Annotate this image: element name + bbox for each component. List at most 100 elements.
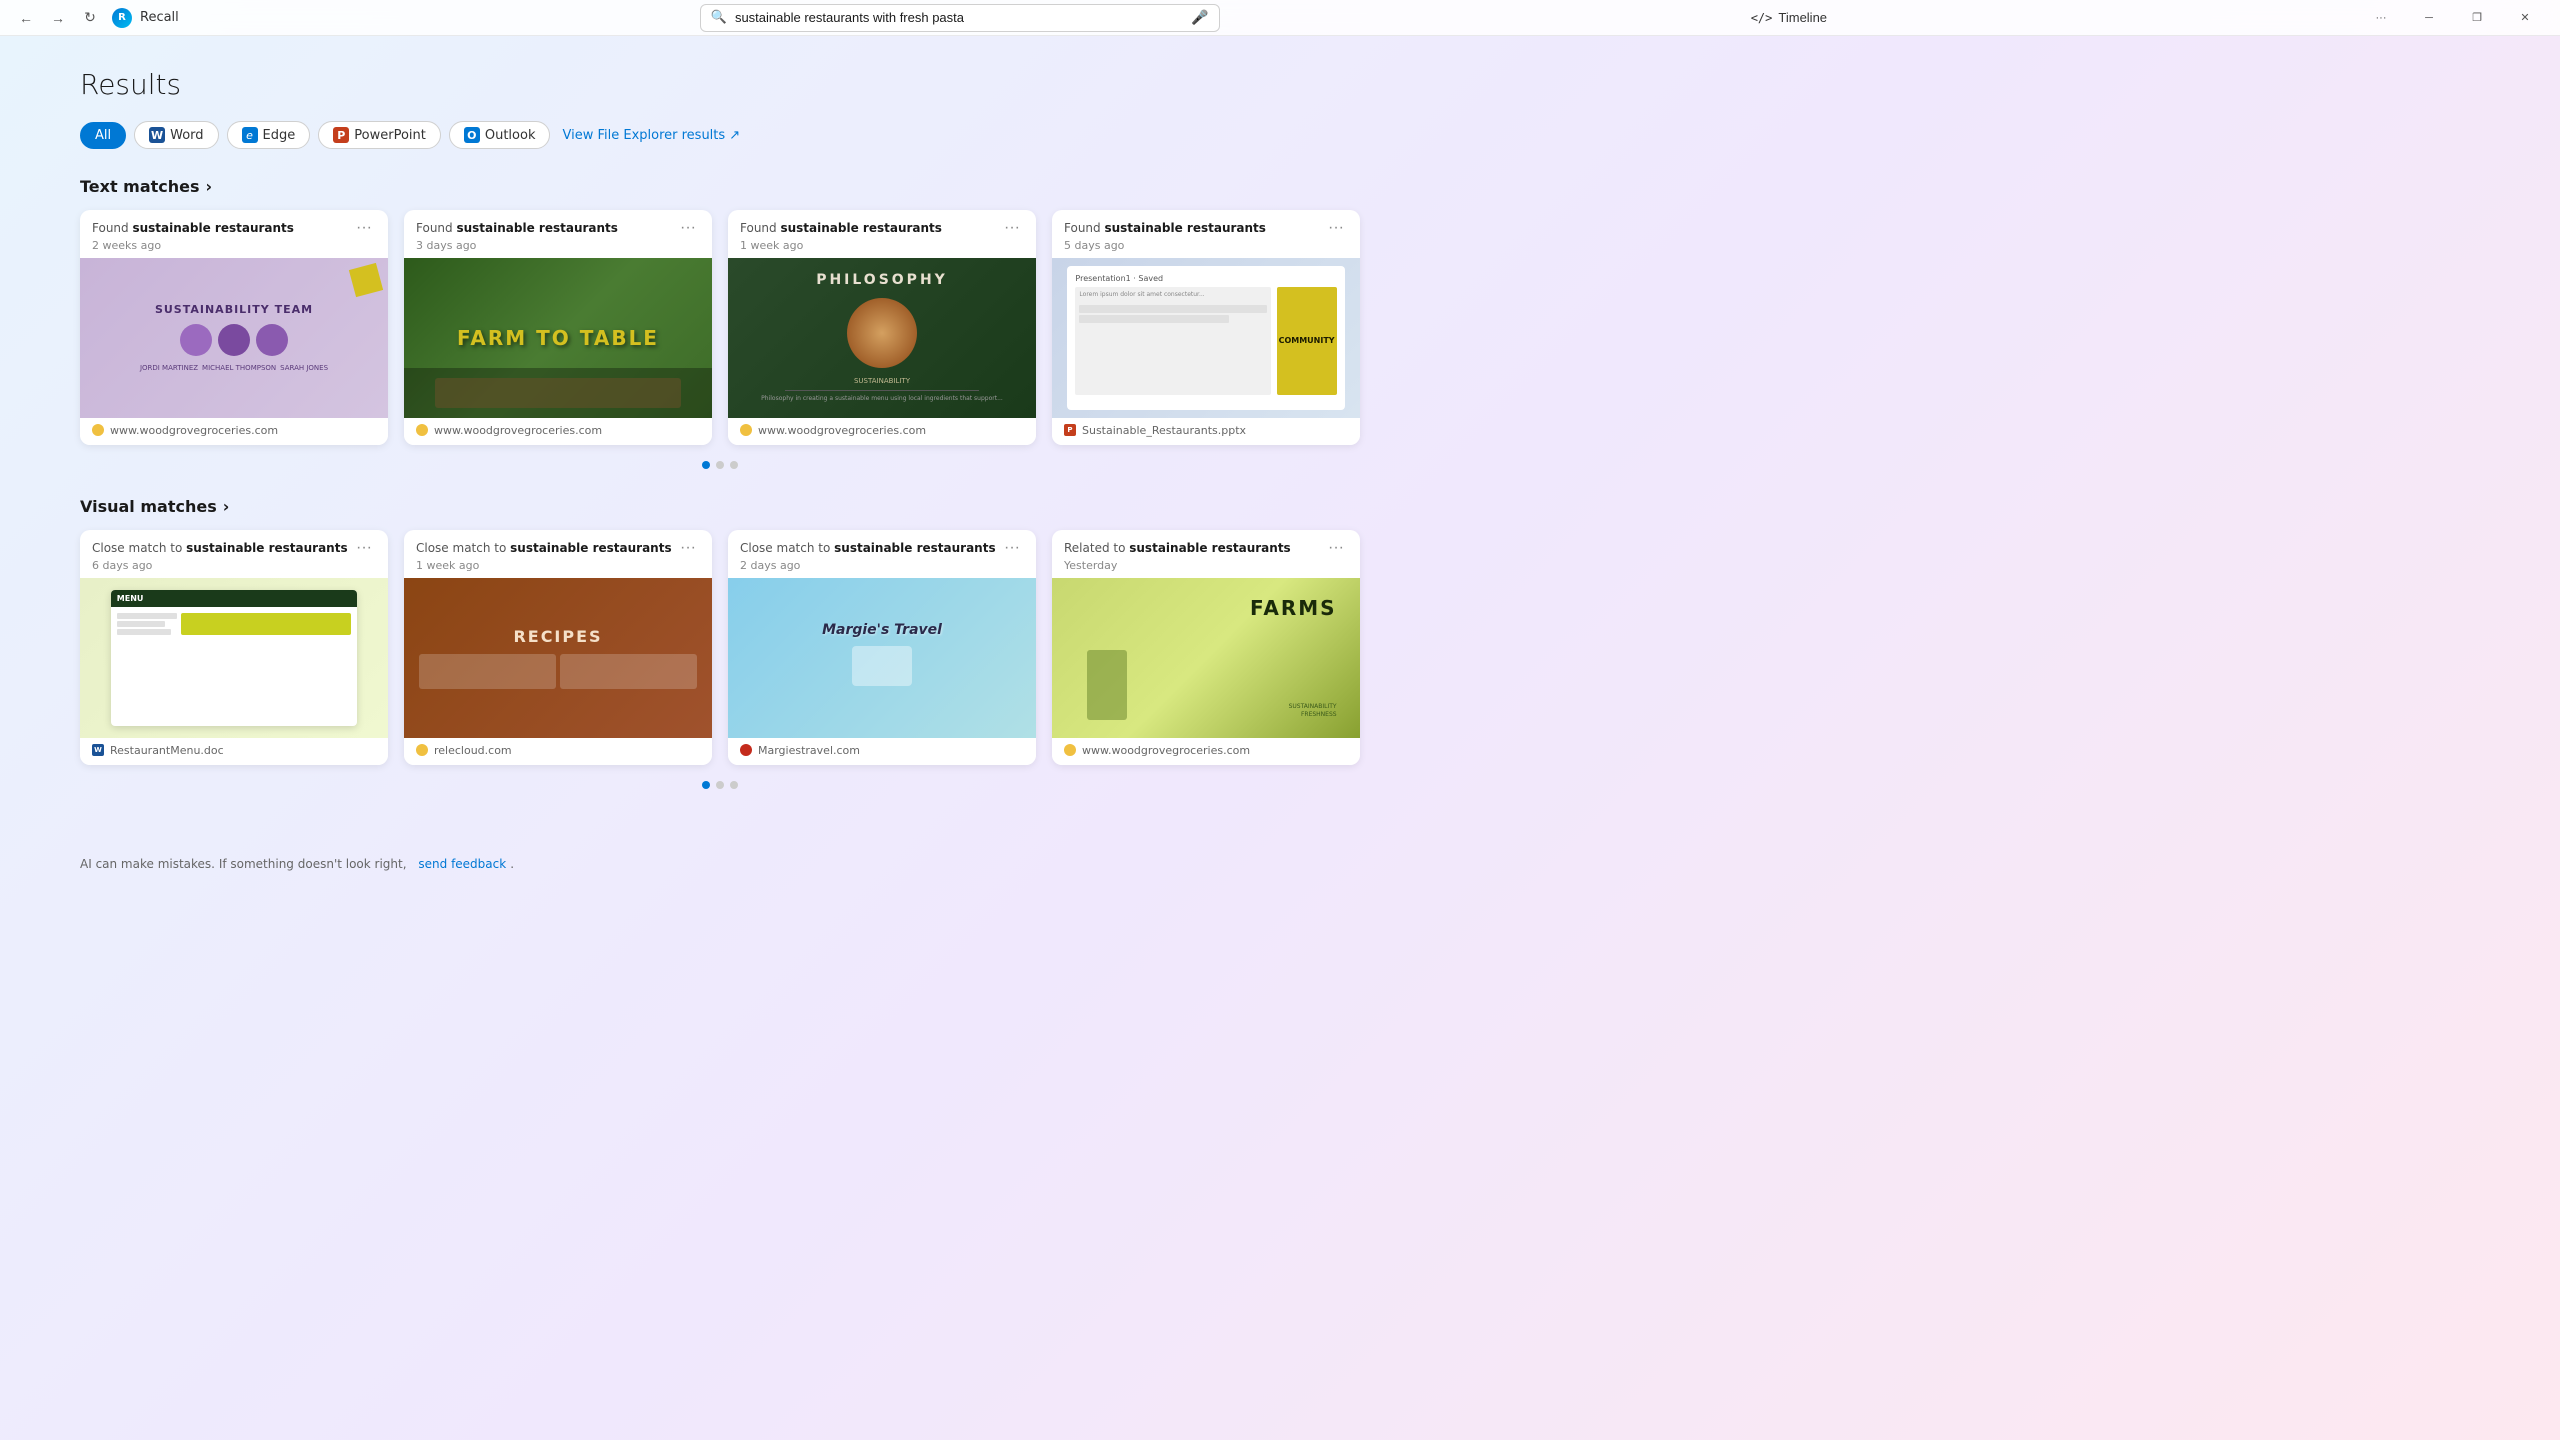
vm-card-header-2: Close match to sustainable restaurants 1… [404, 530, 712, 578]
filter-row: All W Word e Edge P PowerPoint O Outlook… [80, 121, 1360, 149]
vm-source-icon-4 [1064, 744, 1076, 756]
text-match-card-2[interactable]: Found sustainable restaurants 3 days ago… [404, 210, 712, 445]
outlook-icon: O [464, 127, 480, 143]
card-title-1: Found sustainable restaurants [92, 220, 294, 237]
filter-edge[interactable]: e Edge [227, 121, 311, 149]
source-label-4: Sustainable_Restaurants.pptx [1082, 424, 1246, 437]
filter-all-label: All [95, 128, 111, 143]
card-date-1: 2 weeks ago [92, 239, 294, 252]
visual-match-card-3[interactable]: Close match to sustainable restaurants 2… [728, 530, 1036, 765]
filter-powerpoint[interactable]: P PowerPoint [318, 121, 441, 149]
vm-card-date-2: 1 week ago [416, 559, 672, 572]
mic-button[interactable]: 🎤 [1191, 9, 1208, 26]
source-icon-4: P [1064, 424, 1076, 436]
vm-card-header-1: Close match to sustainable restaurants 6… [80, 530, 388, 578]
dot-vm-1[interactable] [702, 781, 710, 789]
card-header-4: Found sustainable restaurants 5 days ago… [1052, 210, 1360, 258]
card-footer-2: www.woodgrovegroceries.com [404, 418, 712, 445]
vm-card-title-4: Related to sustainable restaurants [1064, 540, 1291, 557]
dot-tm-3[interactable] [730, 461, 738, 469]
card-more-4[interactable]: ··· [1324, 220, 1348, 236]
card-title-2: Found sustainable restaurants [416, 220, 618, 237]
search-input[interactable] [735, 10, 1183, 25]
app-title: Recall [140, 10, 179, 25]
source-label-1: www.woodgrovegroceries.com [110, 424, 278, 437]
card-date-2: 3 days ago [416, 239, 618, 252]
nav-buttons: ← → ↻ [12, 4, 104, 32]
dot-vm-3[interactable] [730, 781, 738, 789]
visual-matches-arrow: › [223, 497, 230, 516]
card-image-1: SUSTAINABILITY TEAM JORDI MARTINEZ MICHA… [80, 258, 388, 418]
forward-button[interactable]: → [44, 4, 72, 32]
text-matches-arrow: › [206, 177, 213, 196]
visual-matches-section: Visual matches › Close match to sustaina… [80, 497, 1360, 789]
source-label-2: www.woodgrovegroceries.com [434, 424, 602, 437]
app-icon: R [112, 8, 132, 28]
file-explorer-link[interactable]: View File Explorer results ↗ [562, 128, 740, 143]
visual-matches-header[interactable]: Visual matches › [80, 497, 1360, 516]
timeline-label: Timeline [1778, 10, 1827, 25]
card-header-2: Found sustainable restaurants 3 days ago… [404, 210, 712, 258]
word-icon: W [149, 127, 165, 143]
search-bar[interactable]: 🔍 🎤 [700, 4, 1220, 32]
back-button[interactable]: ← [12, 4, 40, 32]
search-icon: 🔍 [711, 10, 727, 25]
card-more-2[interactable]: ··· [676, 220, 700, 236]
source-icon-1 [92, 424, 104, 436]
text-match-card-1[interactable]: Found sustainable restaurants 2 weeks ag… [80, 210, 388, 445]
dot-tm-1[interactable] [702, 461, 710, 469]
card-date-4: 5 days ago [1064, 239, 1266, 252]
card-footer-4: P Sustainable_Restaurants.pptx [1052, 418, 1360, 445]
card-more-3[interactable]: ··· [1000, 220, 1024, 236]
vm-card-image-1: MENU [80, 578, 388, 738]
vm-source-icon-1: W [92, 744, 104, 756]
source-label-3: www.woodgrovegroceries.com [758, 424, 926, 437]
vm-source-label-3: Margiestravel.com [758, 744, 860, 757]
text-matches-header[interactable]: Text matches › [80, 177, 1360, 196]
vm-source-label-1: RestaurantMenu.doc [110, 744, 224, 757]
visual-match-card-2[interactable]: Close match to sustainable restaurants 1… [404, 530, 712, 765]
filter-word-label: Word [170, 128, 203, 143]
more-options-button[interactable]: ··· [2358, 3, 2404, 33]
edge-icon: e [242, 127, 258, 143]
filter-word[interactable]: W Word [134, 121, 218, 149]
vm-card-more-1[interactable]: ··· [352, 540, 376, 556]
text-matches-section: Text matches › Found sustainable restaur… [80, 177, 1360, 469]
vm-card-title-2: Close match to sustainable restaurants [416, 540, 672, 557]
source-icon-3 [740, 424, 752, 436]
vm-card-more-3[interactable]: ··· [1000, 540, 1024, 556]
vm-card-more-4[interactable]: ··· [1324, 540, 1348, 556]
vm-card-title-1: Close match to sustainable restaurants [92, 540, 348, 557]
text-match-card-3[interactable]: Found sustainable restaurants 1 week ago… [728, 210, 1036, 445]
vm-source-icon-2 [416, 744, 428, 756]
text-matches-grid: Found sustainable restaurants 2 weeks ag… [80, 210, 1360, 445]
vm-card-footer-1: W RestaurantMenu.doc [80, 738, 388, 765]
timeline-icon: </> [1751, 11, 1773, 25]
dot-vm-2[interactable] [716, 781, 724, 789]
vm-card-date-1: 6 days ago [92, 559, 348, 572]
filter-all[interactable]: All [80, 122, 126, 149]
filter-powerpoint-label: PowerPoint [354, 128, 426, 143]
vm-card-image-3: Margie's Travel [728, 578, 1036, 738]
text-matches-pagination [80, 461, 1360, 469]
card-footer-1: www.woodgrovegroceries.com [80, 418, 388, 445]
text-matches-label: Text matches [80, 177, 200, 196]
vm-card-more-2[interactable]: ··· [676, 540, 700, 556]
minimize-button[interactable]: ─ [2406, 3, 2452, 33]
footer-disclaimer: AI can make mistakes. If something doesn… [80, 857, 407, 871]
visual-match-card-1[interactable]: Close match to sustainable restaurants 6… [80, 530, 388, 765]
timeline-button[interactable]: </> Timeline [1741, 6, 1837, 29]
dot-tm-2[interactable] [716, 461, 724, 469]
titlebar: ← → ↻ R Recall 🔍 🎤 </> Timeline ··· ─ ❐ … [0, 0, 2560, 36]
feedback-link[interactable]: send feedback [418, 857, 506, 871]
vm-source-label-2: relecloud.com [434, 744, 512, 757]
visual-match-card-4[interactable]: Related to sustainable restaurants Yeste… [1052, 530, 1360, 765]
close-button[interactable]: ✕ [2502, 3, 2548, 33]
restore-button[interactable]: ❐ [2454, 3, 2500, 33]
filter-outlook[interactable]: O Outlook [449, 121, 551, 149]
vm-card-footer-2: relecloud.com [404, 738, 712, 765]
text-match-card-4[interactable]: Found sustainable restaurants 5 days ago… [1052, 210, 1360, 445]
vm-card-image-4: FARMS SUSTAINABILITYFRESHNESS [1052, 578, 1360, 738]
refresh-button[interactable]: ↻ [76, 4, 104, 32]
card-more-1[interactable]: ··· [352, 220, 376, 236]
